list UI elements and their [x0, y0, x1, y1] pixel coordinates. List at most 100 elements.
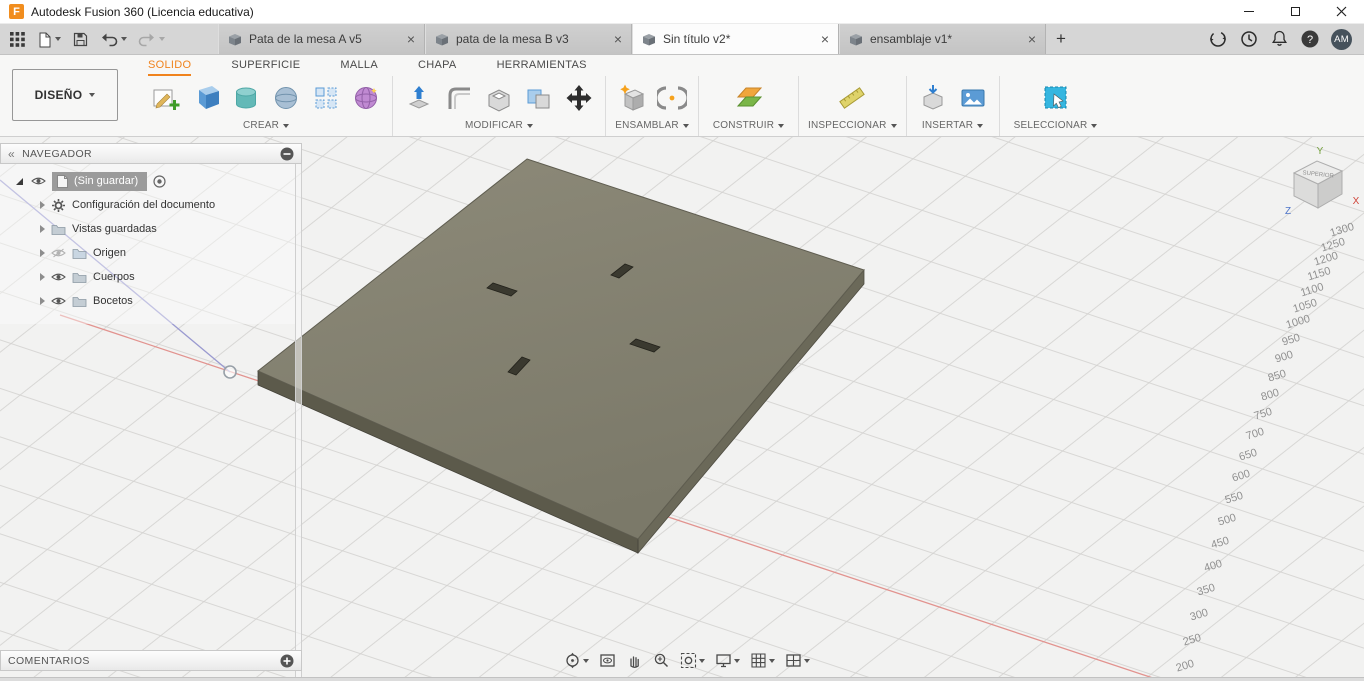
document-tab[interactable]: pata de la mesa B v3 × — [425, 24, 632, 54]
document-tab-active[interactable]: Sin título v2* × — [632, 24, 839, 54]
look-at-icon — [599, 652, 616, 669]
pan-button[interactable] — [624, 650, 645, 671]
fit-button[interactable] — [678, 650, 707, 671]
app-grid-button[interactable] — [10, 32, 25, 47]
origin-point[interactable] — [224, 366, 236, 378]
group-label-modificar[interactable]: MODIFICAR — [465, 119, 533, 136]
document-cube-icon — [849, 33, 863, 46]
new-document-tab-button[interactable]: + — [1046, 24, 1076, 54]
visibility-eye-icon[interactable] — [51, 296, 66, 306]
save-button[interactable] — [72, 31, 89, 48]
new-component-button[interactable] — [615, 81, 649, 115]
navigator-scrollbar[interactable] — [295, 164, 302, 678]
sphere-button[interactable] — [269, 81, 303, 115]
tab-herramientas[interactable]: HERRAMIENTAS — [497, 55, 587, 76]
zoom-button[interactable] — [651, 650, 672, 671]
tree-row-document[interactable]: (Sin guardar) — [0, 169, 295, 193]
expand-arrow-icon[interactable] — [40, 297, 45, 305]
joint-button[interactable] — [655, 81, 689, 115]
document-tab-label: pata de la mesa B v3 — [456, 32, 607, 46]
expand-arrow-icon[interactable] — [40, 249, 45, 257]
minimize-icon — [1244, 11, 1254, 12]
recent-activity-icon[interactable] — [1239, 29, 1259, 49]
document-tab[interactable]: ensamblaje v1* × — [839, 24, 1046, 54]
grid-snap-button[interactable] — [748, 650, 777, 671]
tab-chapa[interactable]: CHAPA — [418, 55, 457, 76]
tree-row-saved-views[interactable]: Vistas guardadas — [0, 217, 295, 241]
caret-down-icon — [891, 124, 897, 128]
expand-arrow-icon[interactable] — [40, 273, 45, 281]
create-form-button[interactable] — [349, 81, 383, 115]
tab-close-icon[interactable]: × — [1028, 32, 1036, 46]
move-copy-button[interactable] — [562, 81, 596, 115]
document-tab[interactable]: Pata de la mesa A v5 × — [218, 24, 425, 54]
group-label-construir[interactable]: CONSTRUIR — [713, 119, 784, 136]
maximize-button[interactable] — [1272, 0, 1318, 23]
save-icon — [72, 31, 89, 48]
navigator-tree: (Sin guardar) Configuración del document… — [0, 164, 295, 324]
measure-button[interactable] — [835, 81, 869, 115]
visibility-eye-icon[interactable] — [31, 176, 46, 186]
tab-close-icon[interactable]: × — [614, 32, 622, 46]
visibility-off-eye-icon[interactable] — [51, 248, 66, 258]
file-menu-button[interactable] — [36, 31, 61, 48]
document-cube-icon — [642, 33, 656, 46]
tree-row-bodies[interactable]: Cuerpos — [0, 265, 295, 289]
group-label-crear[interactable]: CREAR — [243, 119, 289, 136]
viewports-button[interactable] — [783, 650, 812, 671]
activate-radio-icon[interactable] — [153, 175, 166, 188]
group-label-inspeccionar[interactable]: INSPECCIONAR — [808, 119, 897, 136]
canvas-image-button[interactable] — [956, 81, 990, 115]
redo-button[interactable] — [138, 31, 165, 47]
shell-button[interactable] — [482, 81, 516, 115]
select-button[interactable] — [1039, 81, 1073, 115]
tree-row-sketches[interactable]: Bocetos — [0, 289, 295, 313]
undo-button[interactable] — [100, 31, 127, 47]
create-sketch-icon — [151, 83, 181, 113]
job-status-icon[interactable] — [1208, 29, 1228, 49]
fillet-button[interactable] — [442, 81, 476, 115]
tab-solido[interactable]: SOLIDO — [148, 55, 191, 76]
expanded-arrow-icon[interactable] — [16, 178, 23, 185]
press-pull-button[interactable] — [402, 81, 436, 115]
comments-header[interactable]: COMENTARIOS — [0, 650, 302, 671]
visibility-eye-icon[interactable] — [51, 272, 66, 282]
tab-superficie[interactable]: SUPERFICIE — [231, 55, 300, 76]
construct-plane-button[interactable] — [732, 81, 766, 115]
collapse-panel-icon[interactable]: « — [8, 147, 15, 161]
orbit-button[interactable] — [562, 650, 591, 671]
group-label-ensamblar[interactable]: ENSAMBLAR — [615, 119, 689, 136]
group-insertar: INSERTAR — [907, 76, 1000, 136]
look-at-button[interactable] — [597, 650, 618, 671]
tree-row-origin[interactable]: Origen — [0, 241, 295, 265]
create-sketch-button[interactable] — [149, 81, 183, 115]
display-settings-button[interactable] — [713, 650, 742, 671]
expand-arrow-icon[interactable] — [40, 201, 45, 209]
user-avatar[interactable]: AM — [1331, 29, 1352, 50]
navigator-header[interactable]: « NAVEGADOR — [0, 143, 302, 164]
minimize-button[interactable] — [1226, 0, 1272, 23]
box-button[interactable] — [189, 81, 223, 115]
expand-panel-icon[interactable] — [280, 654, 294, 668]
help-icon[interactable]: ? — [1300, 29, 1320, 49]
insert-derive-icon — [918, 83, 948, 113]
expand-arrow-icon[interactable] — [40, 225, 45, 233]
group-label-seleccionar[interactable]: SELECCIONAR — [1014, 119, 1098, 136]
shell-icon — [484, 83, 514, 113]
notifications-bell-icon[interactable] — [1270, 29, 1289, 49]
tab-close-icon[interactable]: × — [821, 32, 829, 46]
tab-close-icon[interactable]: × — [407, 32, 415, 46]
pattern-button[interactable] — [309, 81, 343, 115]
combine-button[interactable] — [522, 81, 556, 115]
select-icon — [1041, 83, 1071, 113]
workspace-selector[interactable]: DISEÑO — [12, 69, 118, 121]
tab-malla[interactable]: MALLA — [340, 55, 378, 76]
close-button[interactable] — [1318, 0, 1364, 23]
window-bottom-edge — [0, 677, 1364, 681]
minimize-panel-icon[interactable] — [280, 147, 294, 161]
tree-row-document-settings[interactable]: Configuración del documento — [0, 193, 295, 217]
insert-derive-button[interactable] — [916, 81, 950, 115]
active-document-chip[interactable]: (Sin guardar) — [52, 172, 147, 191]
cylinder-button[interactable] — [229, 81, 263, 115]
group-label-insertar[interactable]: INSERTAR — [922, 119, 983, 136]
